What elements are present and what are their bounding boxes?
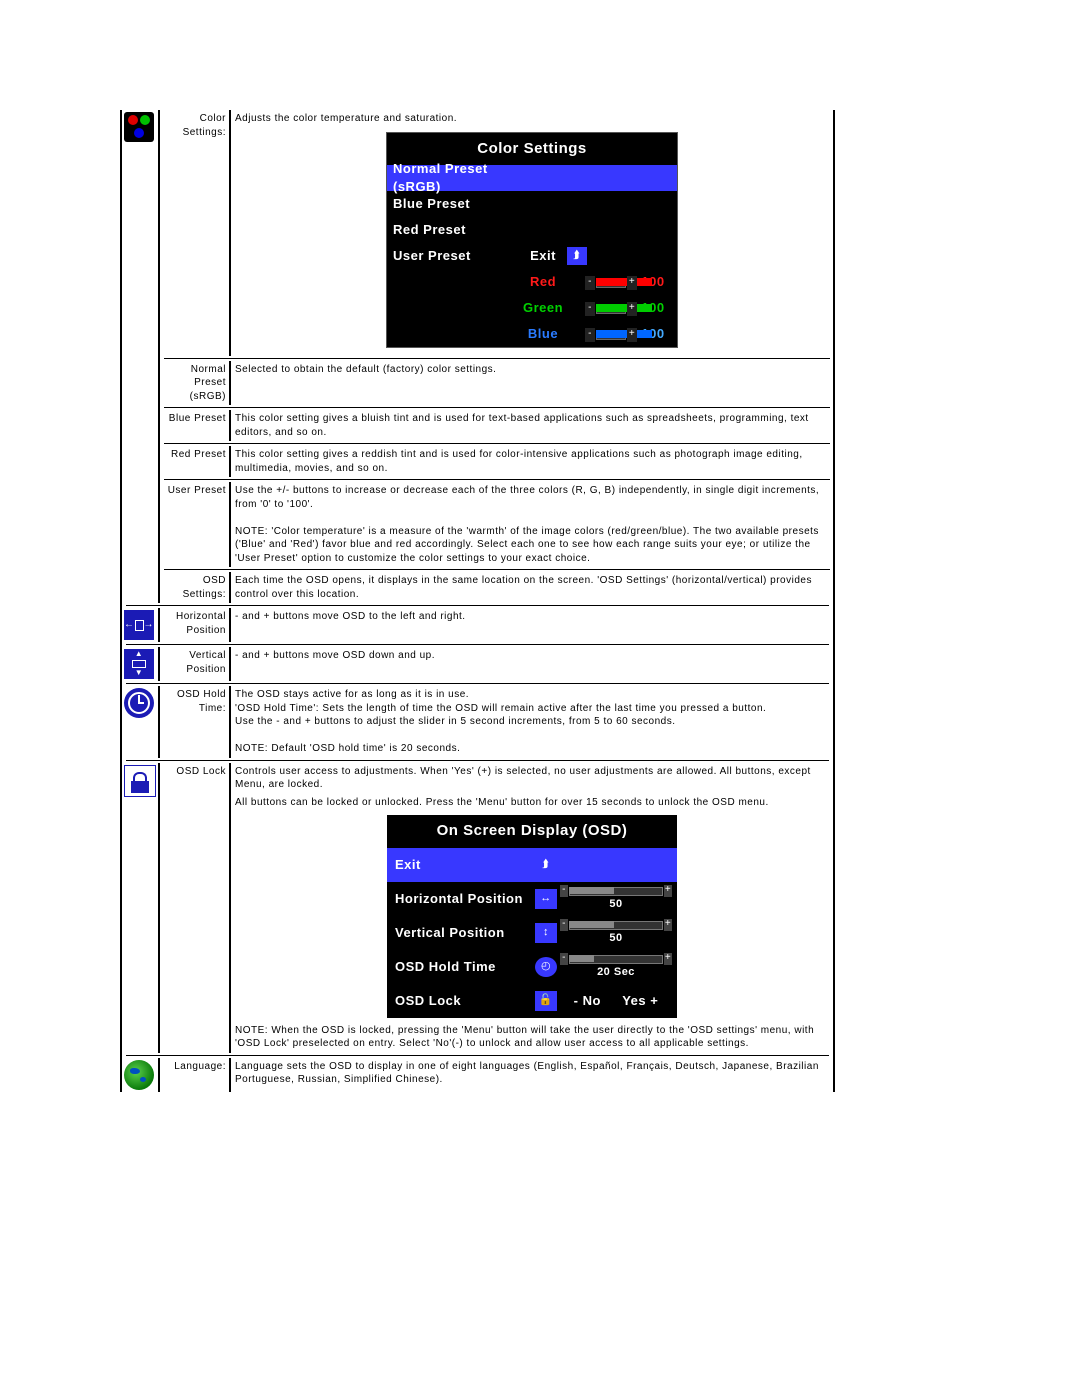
hold-l3: Use the - and + buttons to adjust the sl… xyxy=(235,715,829,729)
osd2-hpos[interactable]: Horizontal Position xyxy=(395,890,535,908)
hpos-value: 50 xyxy=(609,897,622,912)
osd2-title: On Screen Display (OSD) xyxy=(387,815,677,847)
lock-icon xyxy=(124,765,156,797)
lock-yes[interactable]: Yes + xyxy=(622,992,658,1010)
language-desc: Language sets the OSD to display in one … xyxy=(230,1058,834,1092)
language-label: Language: xyxy=(159,1058,230,1092)
hpos-label: Horizontal Position xyxy=(159,608,230,642)
lock-icon: 🔓 xyxy=(535,991,557,1011)
hold-l2: 'OSD Hold Time': Sets the length of time… xyxy=(235,702,829,716)
horizontal-position-icon: ↔ xyxy=(535,889,557,909)
normal-preset-desc: Selected to obtain the default (factory)… xyxy=(230,361,834,406)
green-slider[interactable]: -+ xyxy=(591,302,631,314)
osd-display-panel: On Screen Display (OSD) Exit ⮭ Horizonta… xyxy=(387,815,677,1017)
user-preset-label: User Preset xyxy=(159,482,230,567)
vpos-value: 50 xyxy=(609,931,622,946)
horizontal-position-icon: ←→ xyxy=(124,610,154,640)
osd-item-blue[interactable]: Blue Preset xyxy=(393,195,523,213)
lock-desc2: All buttons can be locked or unlocked. P… xyxy=(235,796,829,810)
osd-settings-desc: Each time the OSD opens, it displays in … xyxy=(230,572,834,603)
red-slider[interactable]: -+ xyxy=(591,276,631,288)
osd-green-label: Green xyxy=(523,299,563,317)
osd2-lock[interactable]: OSD Lock xyxy=(395,992,535,1010)
osd-item-user[interactable]: User Preset xyxy=(393,247,523,265)
hold-l1: The OSD stays active for as long as it i… xyxy=(235,688,829,702)
red-preset-desc: This color setting gives a reddish tint … xyxy=(230,446,834,477)
hpos-desc: - and + buttons move OSD to the left and… xyxy=(230,608,834,642)
user-preset-note: NOTE: 'Color temperature' is a measure o… xyxy=(235,525,829,566)
user-preset-desc: Use the +/- buttons to increase or decre… xyxy=(235,484,829,511)
osd-item-normal[interactable]: Normal Preset (sRGB) xyxy=(393,160,523,195)
red-preset-label: Red Preset xyxy=(159,446,230,477)
clock-icon xyxy=(124,688,154,718)
osd-color-panel: Color Settings Normal Preset (sRGB) Blue… xyxy=(386,132,678,348)
exit-icon[interactable]: ⮭ xyxy=(535,855,557,875)
osd-blue-label: Blue xyxy=(523,325,563,343)
lock-desc: Controls user access to adjustments. Whe… xyxy=(230,763,834,794)
osd2-exit[interactable]: Exit xyxy=(395,856,535,874)
vertical-position-icon: ▲▼ xyxy=(124,649,154,679)
exit-icon[interactable]: ⮭ xyxy=(567,247,587,265)
osd2-vpos[interactable]: Vertical Position xyxy=(395,924,535,942)
vpos-label: Vertical Position xyxy=(159,647,230,681)
osd-exit[interactable]: Exit xyxy=(523,247,563,265)
hold-slider[interactable]: -+ xyxy=(563,954,669,964)
vertical-position-icon: ↕ xyxy=(535,923,557,943)
hold-note: NOTE: Default 'OSD hold time' is 20 seco… xyxy=(235,742,829,756)
color-settings-icon xyxy=(124,112,154,142)
clock-icon: ◴ xyxy=(535,957,557,977)
lock-label: OSD Lock xyxy=(159,763,230,794)
normal-preset-label: Normal Preset (sRGB) xyxy=(159,361,230,406)
blue-preset-label: Blue Preset xyxy=(159,410,230,441)
osd-red-label: Red xyxy=(523,273,563,291)
blue-preset-desc: This color setting gives a bluish tint a… xyxy=(230,410,834,441)
osd-settings-label: OSD Settings: xyxy=(159,572,230,603)
vpos-desc: - and + buttons move OSD down and up. xyxy=(230,647,834,681)
hold-value: 20 Sec xyxy=(597,965,635,980)
color-settings-desc: Adjusts the color temperature and satura… xyxy=(235,112,829,126)
color-settings-label: Color Settings: xyxy=(159,110,230,356)
osd-lock-note: NOTE: When the OSD is locked, pressing t… xyxy=(235,1024,829,1051)
globe-icon xyxy=(124,1060,154,1090)
osd-item-red[interactable]: Red Preset xyxy=(393,221,523,239)
hold-label: OSD Hold Time: xyxy=(159,686,230,758)
settings-table: Color Settings: Adjusts the color temper… xyxy=(120,110,835,1092)
lock-no[interactable]: - No xyxy=(574,992,601,1010)
hpos-slider[interactable]: -+ xyxy=(563,886,669,896)
blue-slider[interactable]: -+ xyxy=(591,328,631,340)
vpos-slider[interactable]: -+ xyxy=(563,920,669,930)
osd2-hold[interactable]: OSD Hold Time xyxy=(395,958,535,976)
